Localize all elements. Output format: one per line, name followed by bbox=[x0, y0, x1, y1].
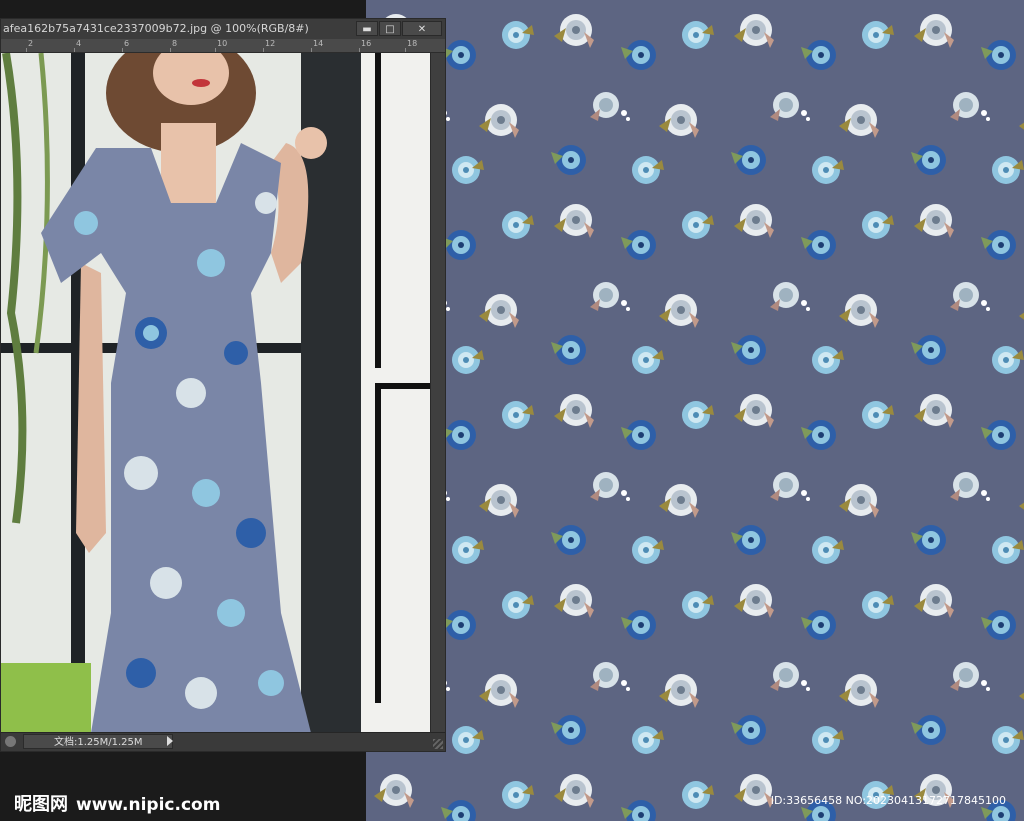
close-button[interactable]: ✕ bbox=[402, 21, 442, 36]
ruler-tick bbox=[170, 48, 171, 52]
ruler-tick bbox=[359, 48, 360, 52]
ruler-label: 12 bbox=[265, 39, 276, 48]
ruler-tick bbox=[405, 48, 406, 52]
ruler-label: 14 bbox=[313, 39, 324, 48]
watermark-brand: 昵图网 bbox=[14, 794, 68, 815]
maximize-button[interactable]: □ bbox=[379, 21, 401, 36]
floral-pattern-svg bbox=[366, 0, 1024, 821]
ruler-tick bbox=[215, 48, 216, 52]
minimize-button[interactable]: ▬ bbox=[356, 21, 378, 36]
ruler-tick bbox=[74, 48, 75, 52]
ruler-tick bbox=[311, 48, 312, 52]
ruler-label: 10 bbox=[217, 39, 228, 48]
horizontal-ruler: 2 4 6 8 10 12 14 16 18 bbox=[1, 39, 445, 53]
dress-photo bbox=[1, 53, 431, 733]
status-bar: 文档:1.25M/1.25M bbox=[1, 732, 445, 751]
site-watermark: 昵图网 www.nipic.com bbox=[14, 790, 220, 816]
window-titlebar[interactable]: afea162b75a7431ce2337009b72.jpg @ 100%(R… bbox=[1, 19, 445, 40]
document-window[interactable]: afea162b75a7431ce2337009b72.jpg @ 100%(R… bbox=[0, 18, 446, 752]
ruler-label: 4 bbox=[76, 39, 82, 48]
ruler-tick bbox=[26, 48, 27, 52]
ruler-label: 6 bbox=[124, 39, 130, 48]
image-id-label: ID:33656458 NO:20230413172717845100 bbox=[770, 794, 1006, 807]
ruler-label: 8 bbox=[172, 39, 178, 48]
watermark-url: www.nipic.com bbox=[76, 795, 221, 815]
document-title: afea162b75a7431ce2337009b72.jpg @ 100%(R… bbox=[3, 22, 309, 35]
ruler-tick bbox=[263, 48, 264, 52]
ruler-tick bbox=[122, 48, 123, 52]
resize-grip-icon[interactable] bbox=[433, 739, 443, 749]
vertical-scrollbar[interactable] bbox=[430, 53, 445, 733]
floral-pattern-background bbox=[366, 0, 1024, 821]
ruler-label: 16 bbox=[361, 39, 372, 48]
document-canvas[interactable] bbox=[1, 53, 431, 733]
ruler-label: 2 bbox=[28, 39, 34, 48]
status-menu-arrow-icon[interactable] bbox=[167, 736, 173, 746]
ruler-label: 18 bbox=[407, 39, 418, 48]
document-size-info[interactable]: 文档:1.25M/1.25M bbox=[23, 734, 173, 749]
status-circle-icon[interactable] bbox=[5, 736, 16, 747]
